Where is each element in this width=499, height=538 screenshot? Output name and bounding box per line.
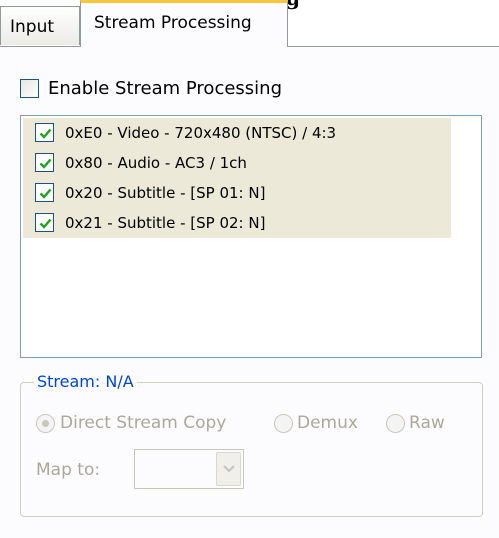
stream-checkbox[interactable] — [35, 213, 54, 232]
tab-stream-processing[interactable]: Stream Processing — [80, 0, 288, 47]
radio-demux[interactable] — [274, 414, 293, 433]
list-item[interactable]: 0x80 - Audio - AC3 / 1ch — [23, 148, 451, 178]
clipped-header-text: g — [286, 0, 300, 10]
check-icon — [39, 188, 52, 199]
chevron-down-icon — [223, 465, 235, 473]
radio-raw[interactable] — [386, 414, 405, 433]
tab-input-label: Input — [10, 17, 55, 37]
radio-direct-stream-copy[interactable] — [36, 414, 55, 433]
stream-group-title: Stream: N/A — [34, 372, 137, 391]
stream-checkbox[interactable] — [35, 183, 54, 202]
stream-label: 0xE0 - Video - 720x480 (NTSC) / 4:3 — [65, 124, 337, 142]
map-to-label: Map to: — [36, 460, 101, 480]
radio-demux-label: Demux — [297, 413, 358, 433]
check-icon — [39, 128, 52, 139]
map-to-combobox[interactable] — [134, 449, 244, 489]
combo-dropdown-button[interactable] — [216, 452, 241, 486]
list-item[interactable]: 0x20 - Subtitle - [SP 01: N] — [23, 178, 451, 208]
enable-stream-processing-checkbox[interactable] — [20, 79, 39, 98]
stream-label: 0x80 - Audio - AC3 / 1ch — [65, 154, 247, 172]
stream-listbox[interactable]: 0xE0 - Video - 720x480 (NTSC) / 4:3 0x80… — [20, 115, 482, 358]
stream-label: 0x20 - Subtitle - [SP 01: N] — [65, 184, 266, 202]
stream-checkbox[interactable] — [35, 153, 54, 172]
list-item[interactable]: 0xE0 - Video - 720x480 (NTSC) / 4:3 — [23, 118, 451, 148]
stream-checkbox[interactable] — [35, 123, 54, 142]
stream-groupbox — [20, 382, 483, 517]
check-icon — [39, 218, 52, 229]
check-icon — [39, 158, 52, 169]
stream-label: 0x21 - Subtitle - [SP 02: N] — [65, 214, 266, 232]
radio-raw-label: Raw — [409, 413, 445, 433]
list-item[interactable]: 0x21 - Subtitle - [SP 02: N] — [23, 208, 451, 238]
radio-selected-dot — [42, 420, 49, 427]
enable-stream-processing-label: Enable Stream Processing — [48, 78, 282, 99]
tab-stream-processing-label: Stream Processing — [94, 13, 252, 33]
tab-input[interactable]: Input — [0, 6, 80, 45]
radio-direct-stream-copy-label: Direct Stream Copy — [60, 413, 227, 433]
